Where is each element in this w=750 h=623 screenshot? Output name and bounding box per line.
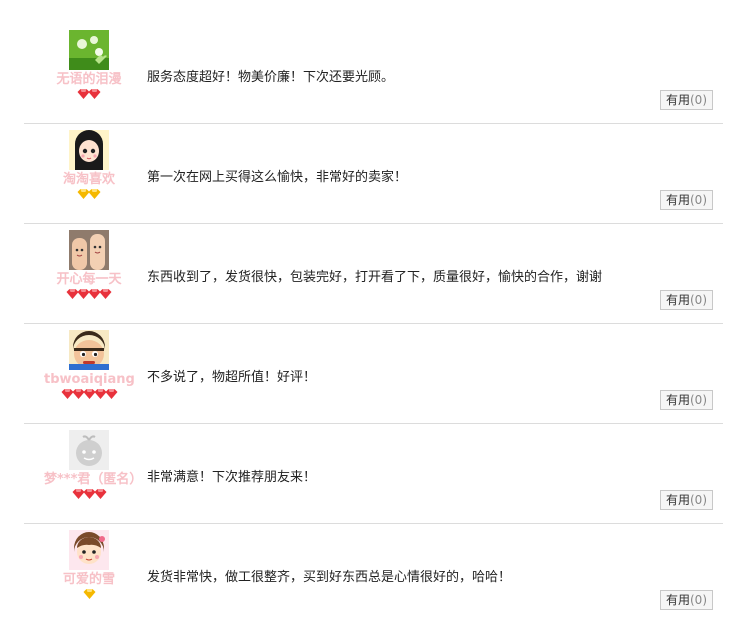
credit-badges [44, 389, 134, 401]
useful-label: 有用 [665, 193, 690, 207]
credit-badges [44, 289, 134, 301]
review-text: 非常满意！下次推荐朋友来！ [147, 470, 317, 485]
review-item: 无语的泪漫 服务态度超好！物美价廉！下次还要光顾。 有用(0) [24, 24, 723, 124]
useful-label: 有用 [665, 593, 690, 607]
useful-label: 有用 [665, 493, 690, 507]
red-diamond-icon [88, 89, 101, 99]
useful-button[interactable]: 有用(0) [659, 490, 713, 510]
review-text: 东西收到了，发货很快，包装完好，打开看了下，质量很好，愉快的合作，谢谢 [147, 270, 603, 285]
useful-button[interactable]: 有用(0) [659, 590, 713, 610]
username[interactable]: 开心每一天 [44, 272, 134, 288]
red-diamond-icon [94, 489, 106, 499]
username[interactable]: 梦***君（匿名） [44, 472, 142, 488]
useful-count: (0) [690, 193, 707, 207]
yellow-diamond-icon [88, 189, 101, 199]
useful-count: (0) [690, 593, 707, 607]
yellow-diamond-icon [83, 589, 95, 599]
red-diamond-icon [105, 389, 117, 399]
credit-badges [44, 589, 134, 601]
useful-count: (0) [690, 493, 707, 507]
review-item: 可爱的雪 发货非常快，做工很整齐，买到好东西总是心情很好的，哈哈！ 有用(0) [24, 524, 723, 623]
review-item: 开心每一天 东西收到了，发货很快，包装完好，打开看了下，质量很好，愉快的合作，谢… [24, 224, 723, 324]
username[interactable]: 无语的泪漫 [44, 72, 134, 88]
reviewer-info: tbwoaiqiang [44, 330, 135, 401]
credit-badges [44, 89, 134, 101]
useful-count: (0) [690, 293, 707, 307]
review-text: 发货非常快，做工很整齐，买到好东西总是心情很好的，哈哈！ [147, 570, 512, 585]
username[interactable]: 淘淘喜欢 [44, 172, 134, 188]
avatar[interactable] [69, 530, 109, 570]
reviewer-info: 开心每一天 [44, 230, 134, 301]
username[interactable]: tbwoaiqiang [44, 372, 135, 388]
review-list: 无语的泪漫 服务态度超好！物美价廉！下次还要光顾。 有用(0) 淘淘喜欢 第一次… [0, 0, 750, 610]
useful-label: 有用 [665, 393, 690, 407]
avatar[interactable] [69, 30, 109, 70]
review-item: tbwoaiqiang 不多说了，物超所值！好评！ 有用(0) [24, 324, 723, 424]
useful-button[interactable]: 有用(0) [659, 90, 713, 110]
useful-button[interactable]: 有用(0) [659, 390, 713, 410]
useful-count: (0) [690, 393, 707, 407]
reviewer-info: 淘淘喜欢 [44, 130, 134, 201]
review-text: 第一次在网上买得这么愉快，非常好的卖家！ [147, 170, 408, 185]
avatar[interactable] [69, 330, 109, 370]
review-item: 梦***君（匿名） 非常满意！下次推荐朋友来！ 有用(0) [24, 424, 723, 524]
username[interactable]: 可爱的雪 [44, 572, 134, 588]
useful-label: 有用 [665, 93, 690, 107]
reviewer-info: 无语的泪漫 [44, 30, 134, 101]
avatar[interactable] [69, 130, 109, 170]
credit-badges [44, 189, 134, 201]
useful-button[interactable]: 有用(0) [659, 290, 713, 310]
avatar[interactable] [69, 430, 109, 470]
avatar[interactable] [69, 230, 109, 270]
reviewer-info: 梦***君（匿名） [44, 430, 142, 501]
review-item: 淘淘喜欢 第一次在网上买得这么愉快，非常好的卖家！ 有用(0) [24, 124, 723, 224]
review-text: 服务态度超好！物美价廉！下次还要光顾。 [147, 70, 395, 85]
reviewer-info: 可爱的雪 [44, 530, 134, 601]
red-diamond-icon [99, 289, 112, 299]
useful-button[interactable]: 有用(0) [659, 190, 713, 210]
review-text: 不多说了，物超所值！好评！ [147, 370, 317, 385]
useful-count: (0) [690, 93, 707, 107]
useful-label: 有用 [665, 293, 690, 307]
credit-badges [44, 489, 134, 501]
